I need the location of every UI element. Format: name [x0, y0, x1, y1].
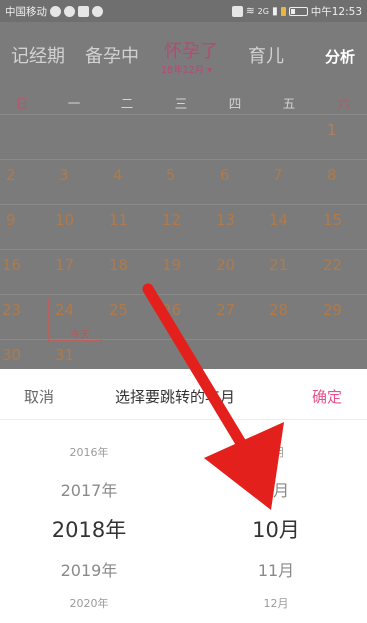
calendar-day[interactable]: 14	[269, 211, 288, 229]
battery-icon	[288, 6, 308, 16]
calendar-day-today[interactable]: 24	[55, 301, 74, 319]
calendar-day[interactable]: 1	[327, 121, 337, 139]
calendar-day[interactable]: 15	[323, 211, 342, 229]
tab-parenting[interactable]: 育儿	[248, 42, 284, 68]
calendar-grid: 日 一 二 三 四 五 六 1 2 3 4 5 6 7 8 9 10 11 12…	[0, 86, 367, 369]
month-option[interactable]: 9月	[251, 477, 301, 501]
month-picker-sheet: 取消 选择要跳转的年月 确定 2016年 2017年 2018年 2019年 2…	[0, 370, 367, 623]
calendar-day[interactable]: 23	[2, 301, 21, 319]
app-notification-icon	[78, 5, 89, 17]
tab-pregnant[interactable]: 怀孕了	[164, 37, 218, 63]
month-selector[interactable]: 18年12月 ▾	[161, 62, 212, 76]
tab-trying[interactable]: 备孕中	[85, 42, 139, 68]
weekday-label: 五	[282, 96, 296, 111]
weekday-label: 一	[67, 96, 81, 111]
confirm-button[interactable]: 确定	[312, 386, 342, 407]
wifi-icon: ≋	[245, 5, 255, 17]
calendar-day[interactable]: 20	[216, 256, 235, 274]
picker-title: 选择要跳转的年月	[115, 388, 236, 406]
tab-period[interactable]: 记经期	[11, 42, 65, 68]
message-icon	[64, 5, 75, 17]
calendar-day[interactable]: 5	[166, 166, 176, 184]
calendar-day[interactable]: 16	[2, 256, 21, 274]
calendar-day[interactable]: 3	[59, 166, 69, 184]
calendar-day[interactable]: 22	[323, 256, 342, 274]
month-option[interactable]: 12月	[256, 595, 296, 611]
year-option[interactable]: 2016年	[63, 444, 115, 460]
calendar-day[interactable]: 27	[216, 301, 235, 319]
calendar-day[interactable]: 28	[269, 301, 288, 319]
weekday-header: 日 一 二 三 四 五 六	[0, 86, 367, 116]
calendar-day[interactable]: 26	[162, 301, 181, 319]
battery-saver-icon	[280, 6, 286, 16]
calendar-day[interactable]: 13	[216, 211, 235, 229]
calendar-day[interactable]: 7	[273, 166, 283, 184]
carrier-label: 中国移动	[5, 5, 47, 18]
calendar-day[interactable]: 4	[113, 166, 123, 184]
month-option[interactable]: 11月	[251, 557, 301, 581]
calendar-day[interactable]: 11	[109, 211, 128, 229]
calendar-day[interactable]: 19	[162, 256, 181, 274]
calendar-day[interactable]: 12	[162, 211, 181, 229]
calendar-day[interactable]: 31	[55, 346, 74, 364]
app-notification-icon	[92, 5, 103, 17]
month-option[interactable]: 8月	[256, 444, 296, 460]
calendar-day[interactable]: 29	[323, 301, 342, 319]
clock: 中午12:53	[310, 5, 362, 18]
weekday-label: 四	[228, 96, 242, 111]
top-tab-bar: 记经期 备孕中 怀孕了 18年12月 ▾ 育儿 分析	[0, 22, 367, 86]
analyze-button[interactable]: 分析	[325, 46, 355, 67]
signal-icon: ▮	[271, 5, 278, 17]
weekday-label: 三	[174, 96, 188, 111]
weekday-label: 日	[15, 96, 29, 111]
vibrate-icon	[231, 5, 243, 17]
weekday-label: 二	[120, 96, 134, 111]
calendar-day[interactable]: 21	[269, 256, 288, 274]
year-option[interactable]: 2017年	[53, 477, 125, 501]
status-bar: 中国移动 ≋ 2G ▮ 中午12:53	[0, 0, 367, 22]
calendar-day[interactable]: 10	[55, 211, 74, 229]
cancel-button[interactable]: 取消	[24, 386, 54, 407]
calendar-day[interactable]: 6	[220, 166, 230, 184]
calendar-day[interactable]: 8	[327, 166, 337, 184]
calendar-day[interactable]: 2	[6, 166, 16, 184]
calendar-day[interactable]: 25	[109, 301, 128, 319]
app-notification-icon	[50, 5, 61, 17]
calendar-day[interactable]: 17	[55, 256, 74, 274]
calendar-day[interactable]: 30	[2, 346, 21, 364]
today-label: 今天	[70, 330, 90, 341]
year-option[interactable]: 2020年	[63, 595, 115, 611]
month-option-selected[interactable]: 10月	[238, 514, 314, 544]
calendar-day[interactable]: 18	[109, 256, 128, 274]
year-option-selected[interactable]: 2018年	[40, 514, 138, 544]
year-option[interactable]: 2019年	[53, 557, 125, 581]
signal-label: 2G	[257, 6, 269, 16]
weekday-label: 六	[337, 96, 351, 111]
calendar-day[interactable]: 9	[6, 211, 16, 229]
picker-header: 取消 选择要跳转的年月 确定	[0, 370, 367, 420]
